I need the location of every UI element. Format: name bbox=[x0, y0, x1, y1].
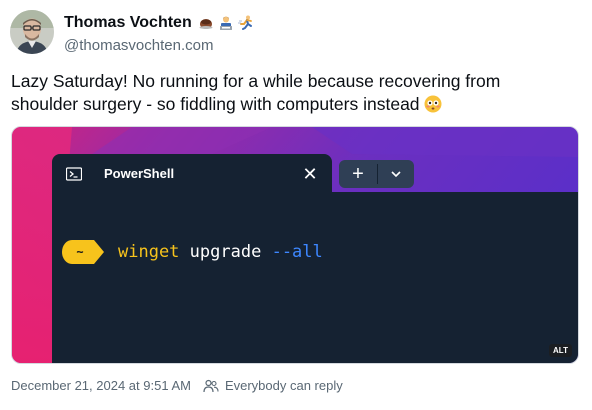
post-meta: December 21, 2024 at 9:51 AM Everybody c… bbox=[11, 378, 343, 393]
chevron-down-icon[interactable] bbox=[378, 160, 414, 188]
command-program: winget bbox=[118, 242, 180, 262]
tab-title: PowerShell bbox=[104, 166, 175, 181]
terminal-window: PowerShell ✕ + ~ winget upgrade --all bbox=[52, 154, 578, 363]
author-emojis bbox=[198, 15, 254, 31]
author-name[interactable]: Thomas Vochten bbox=[64, 14, 192, 32]
technologist-icon bbox=[219, 16, 232, 30]
timestamp[interactable]: December 21, 2024 at 9:51 AM bbox=[11, 378, 191, 393]
prompt-line: ~ winget upgrade --all bbox=[62, 240, 323, 264]
alt-badge[interactable]: ALT bbox=[549, 344, 572, 357]
terminal-body[interactable]: ~ winget upgrade --all bbox=[52, 192, 578, 363]
prompt-symbol: ~ bbox=[76, 245, 84, 259]
runner-icon bbox=[237, 15, 252, 30]
post-image[interactable]: PowerShell ✕ + ~ winget upgrade --all AL… bbox=[11, 126, 579, 364]
avatar[interactable] bbox=[10, 10, 54, 54]
tab-actions: + bbox=[339, 160, 414, 188]
command-flag: --all bbox=[271, 242, 323, 262]
author-handle[interactable]: @thomasvochten.com bbox=[64, 37, 213, 54]
author-name-row: Thomas Vochten bbox=[64, 14, 254, 32]
post: Thomas Vochten @thomasvochten.com Lazy S… bbox=[0, 0, 592, 410]
coffee-icon bbox=[199, 19, 213, 29]
close-icon[interactable]: ✕ bbox=[300, 164, 320, 184]
reply-setting[interactable]: Everybody can reply bbox=[225, 378, 343, 393]
flushed-face-icon bbox=[424, 95, 442, 113]
new-tab-button[interactable]: + bbox=[339, 160, 377, 188]
post-text: Lazy Saturday! No running for a while be… bbox=[11, 70, 571, 116]
prompt-badge: ~ bbox=[62, 240, 104, 264]
people-icon bbox=[203, 379, 219, 392]
command-subcommand: upgrade bbox=[189, 242, 262, 262]
powershell-icon bbox=[66, 167, 82, 181]
tab-powershell[interactable]: PowerShell ✕ bbox=[52, 154, 332, 194]
command-text: winget upgrade --all bbox=[118, 242, 323, 262]
avatar-image bbox=[10, 10, 54, 54]
